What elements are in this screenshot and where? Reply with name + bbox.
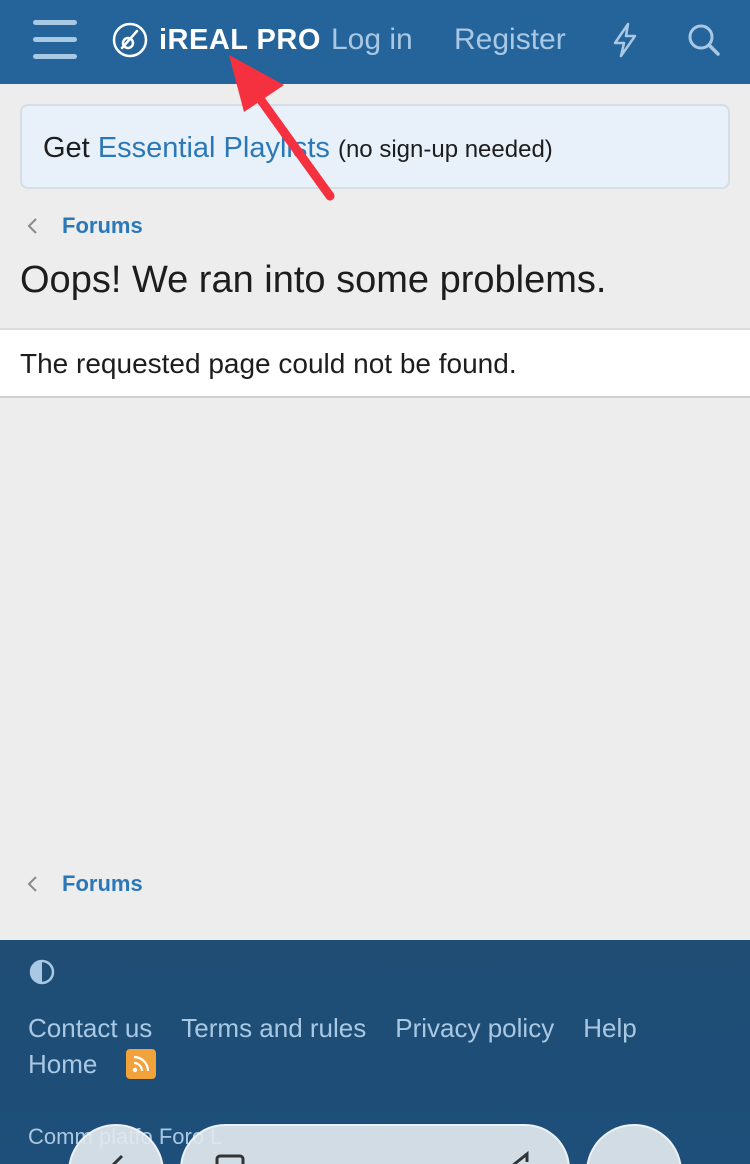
rss-icon[interactable] — [126, 1049, 157, 1079]
browser-back-button[interactable] — [68, 1124, 164, 1164]
contact-us-link[interactable]: Contact us — [28, 1010, 152, 1046]
footer-links-row: Contact us Terms and rules Privacy polic… — [28, 1010, 718, 1046]
breadcrumb-forums-link[interactable]: Forums — [62, 871, 143, 897]
breadcrumb-forums-link[interactable]: Forums — [62, 213, 143, 239]
site-logo[interactable]: iREAL PRO — [111, 20, 321, 60]
chevron-left-icon — [27, 218, 37, 234]
breadcrumb-top[interactable]: Forums — [26, 211, 143, 241]
lightning-icon[interactable] — [605, 20, 645, 60]
error-message-block: The requested page could not be found. — [0, 328, 750, 398]
browser-address-bar[interactable] — [180, 1124, 570, 1164]
notice-text: Get Essential Playlists (no sign-up need… — [43, 130, 553, 168]
register-link[interactable]: Register — [454, 22, 566, 58]
page-title: Oops! We ran into some problems. — [20, 259, 607, 301]
notice-suffix: (no sign-up needed) — [337, 136, 553, 163]
arrow-left-icon — [111, 1154, 124, 1164]
logo-text: iREAL PRO — [159, 23, 321, 56]
help-link[interactable]: Help — [583, 1010, 636, 1046]
browser-toolbar-icons — [215, 1150, 529, 1164]
footer-links: Contact us Terms and rules Privacy polic… — [28, 1010, 718, 1082]
ireal-logo-icon — [112, 22, 148, 58]
notice-prefix: Get — [43, 132, 98, 164]
footer-links-row: Home — [28, 1046, 718, 1082]
home-link[interactable]: Home — [28, 1046, 97, 1082]
menu-icon[interactable] — [33, 20, 77, 60]
search-icon[interactable] — [684, 20, 724, 60]
site-header: iREAL PRO Log in Register — [0, 0, 750, 84]
playlist-notice: Get Essential Playlists (no sign-up need… — [20, 104, 730, 189]
privacy-policy-link[interactable]: Privacy policy — [395, 1010, 554, 1046]
style-variation-icon[interactable] — [28, 958, 56, 986]
error-message: The requested page could not be found. — [20, 348, 517, 379]
essential-playlists-link[interactable]: Essential Playlists — [98, 132, 330, 164]
login-link[interactable]: Log in — [331, 22, 413, 58]
breadcrumb-bottom[interactable]: Forums — [26, 869, 143, 899]
chevron-left-icon — [27, 876, 37, 892]
terms-rules-link[interactable]: Terms and rules — [181, 1010, 366, 1046]
